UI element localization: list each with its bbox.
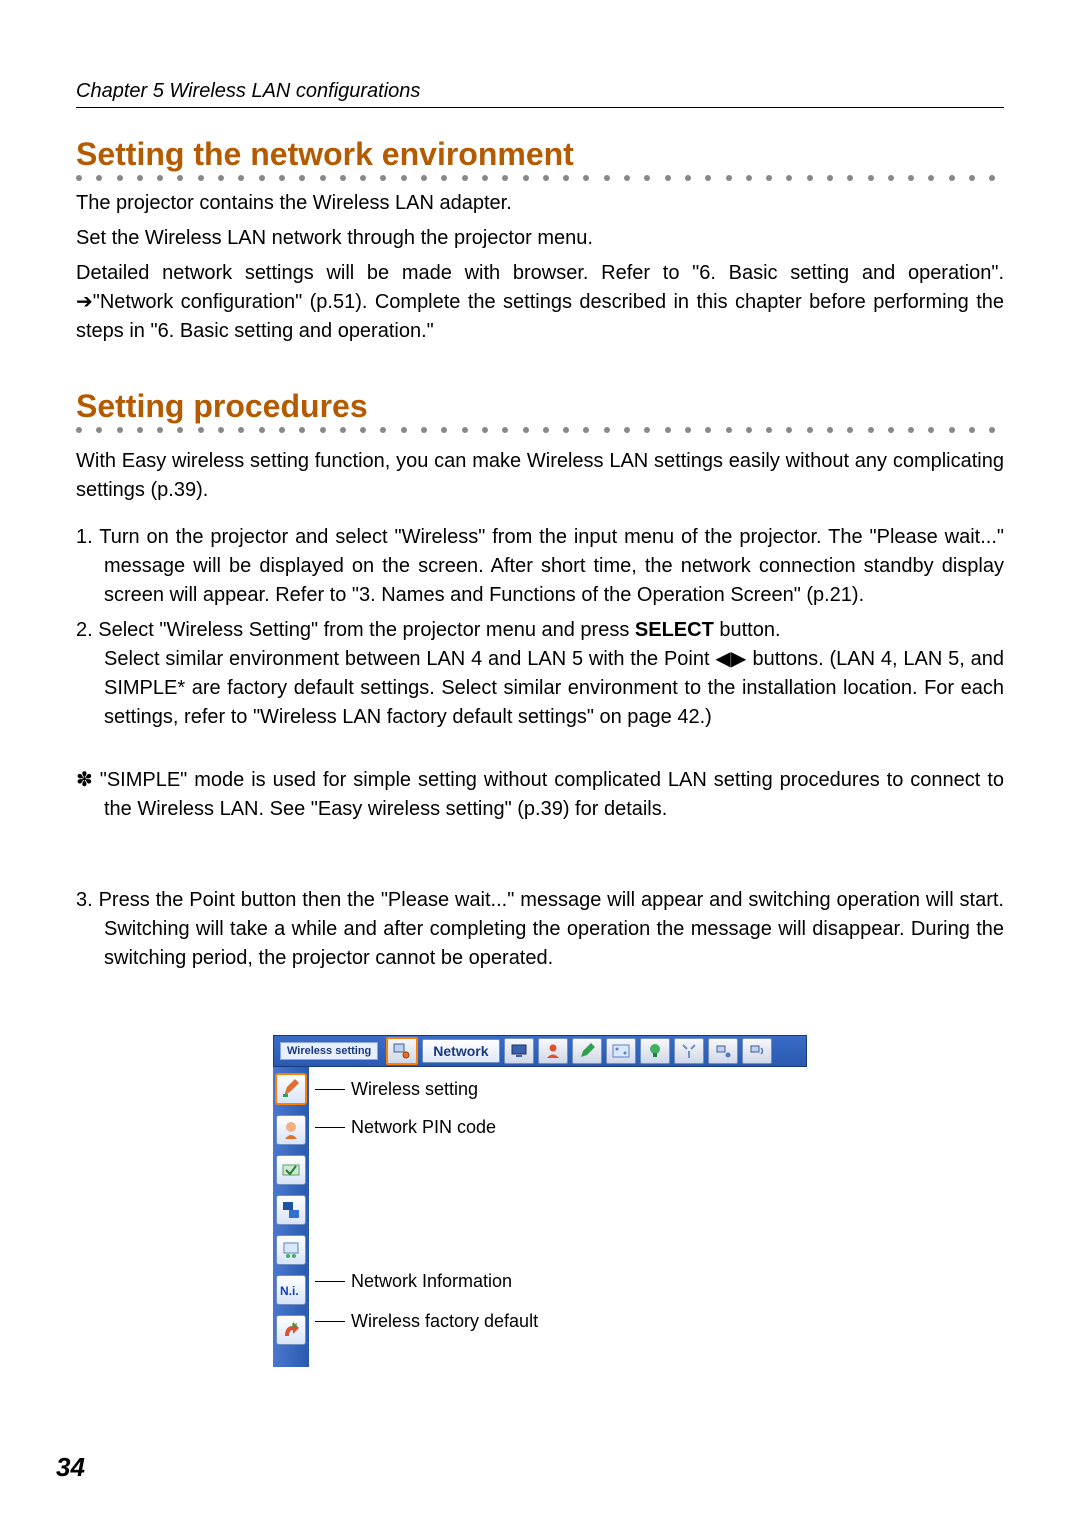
page-number: 34	[56, 1452, 85, 1483]
svg-text:N.i.: N.i.	[280, 1284, 299, 1298]
menubar-icon-computer[interactable]	[504, 1038, 534, 1064]
text: 2. Select "Wireless Setting" from the pr…	[76, 619, 635, 641]
dotted-rule	[76, 427, 1004, 433]
sidebar-network-pin-icon[interactable]	[276, 1115, 306, 1145]
menubar-icon-lamp[interactable]	[640, 1038, 670, 1064]
paragraph: Detailed network settings will be made w…	[76, 259, 1004, 346]
callout-factory-default: Wireless factory default	[351, 1311, 538, 1332]
menu-screenshot: Wireless setting Network N.i. N	[273, 1035, 807, 1367]
callout-network-pin: Network PIN code	[351, 1117, 496, 1138]
text: Select similar environment between LAN 4…	[104, 645, 1004, 732]
menubar: Wireless setting Network	[273, 1035, 807, 1067]
sidebar-icon-3[interactable]	[276, 1155, 306, 1185]
section-title-procedures: Setting procedures	[76, 388, 1004, 425]
callout-labels: Wireless setting Network PIN code Networ…	[309, 1067, 807, 1367]
step-2: 2. Select "Wireless Setting" from the pr…	[76, 616, 1004, 732]
step-1: 1. Turn on the projector and select "Wir…	[76, 523, 1004, 610]
paragraph: Set the Wireless LAN network through the…	[76, 224, 1004, 253]
text: button.	[714, 619, 781, 641]
menubar-network-pill[interactable]: Network	[422, 1039, 499, 1063]
sidebar-network-info-icon[interactable]: N.i.	[276, 1275, 306, 1305]
sidebar-icon-4[interactable]	[276, 1195, 306, 1225]
svg-text:N: N	[292, 1323, 297, 1330]
paragraph: The projector contains the Wireless LAN …	[76, 189, 1004, 218]
section-title-network-env: Setting the network environment	[76, 136, 1004, 173]
step-3: 3. Press the Point button then the "Plea…	[76, 886, 1004, 973]
sidebar-wireless-setting-icon[interactable]	[275, 1073, 307, 1105]
callout-wireless-setting: Wireless setting	[351, 1079, 478, 1100]
select-word: SELECT	[635, 619, 714, 641]
paragraph: With Easy wireless setting function, you…	[76, 447, 1004, 505]
menubar-icon-user[interactable]	[538, 1038, 568, 1064]
note-simple-mode: ✽ "SIMPLE" mode is used for simple setti…	[76, 766, 1004, 824]
sidebar-icon-5[interactable]	[276, 1235, 306, 1265]
menubar-network-icon[interactable]	[386, 1037, 418, 1065]
sidebar: N.i. N	[273, 1067, 309, 1367]
menubar-icon-pencil[interactable]	[572, 1038, 602, 1064]
chapter-header: Chapter 5 Wireless LAN configurations	[76, 80, 1004, 108]
menubar-icon-tools[interactable]	[674, 1038, 704, 1064]
sidebar-factory-default-icon[interactable]: N	[276, 1315, 306, 1345]
dotted-rule	[76, 175, 1004, 181]
menubar-icon-wireless[interactable]	[742, 1038, 772, 1064]
menubar-wireless-setting-label: Wireless setting	[280, 1042, 378, 1060]
menubar-icon-wired[interactable]	[708, 1038, 738, 1064]
callout-network-info: Network Information	[351, 1271, 512, 1292]
menubar-icon-screen[interactable]	[606, 1038, 636, 1064]
